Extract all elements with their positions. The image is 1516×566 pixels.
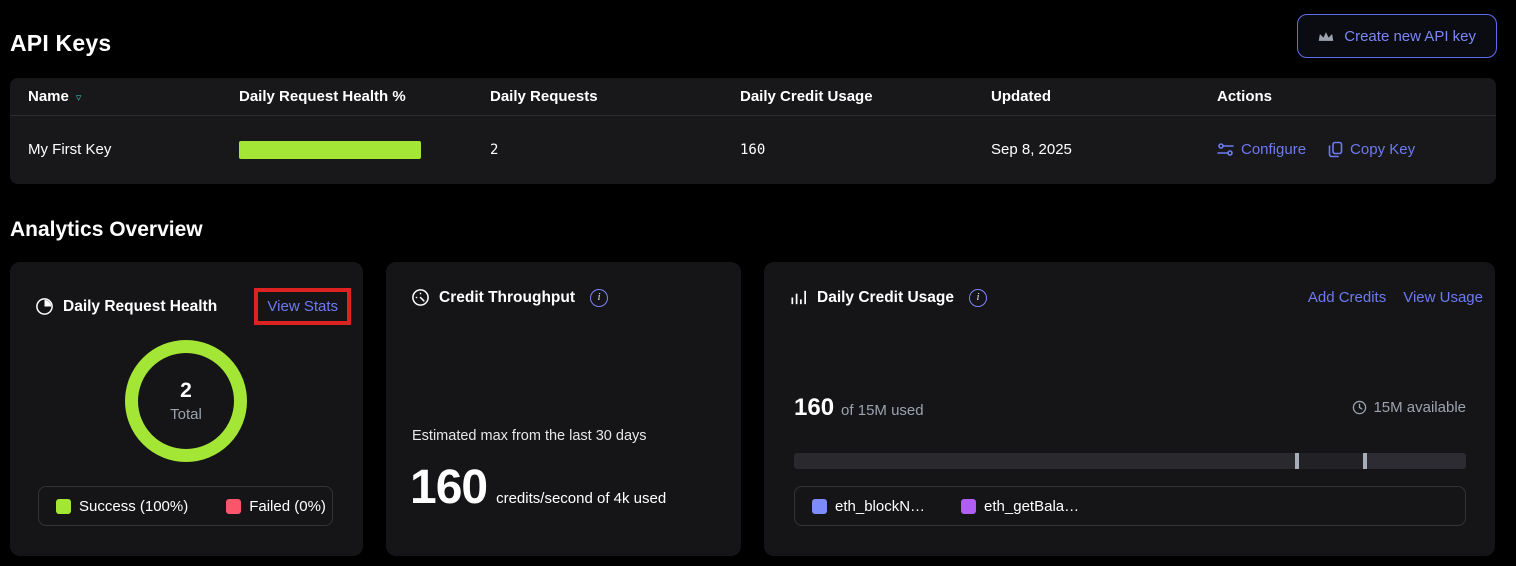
- legend-item-success: Success (100%): [56, 498, 188, 515]
- card-title: Credit Throughput: [439, 289, 575, 307]
- annotation-highlight-box: View Stats: [254, 288, 351, 325]
- bar-chart-icon: [789, 288, 808, 307]
- usage-summary-row: 160 of 15M used 15M available: [794, 394, 1466, 422]
- analytics-cards: Daily Request Health View Stats 2 Total …: [10, 262, 1495, 556]
- method1-color-chip: [812, 499, 827, 514]
- card-title: Daily Request Health: [63, 298, 217, 316]
- create-api-key-label: Create new API key: [1344, 28, 1476, 45]
- card-header: Daily Request Health View Stats: [35, 288, 351, 325]
- pie-chart-icon: [35, 297, 54, 316]
- copy-icon: [1328, 141, 1343, 158]
- column-header-daily-requests: Daily Requests: [490, 88, 740, 105]
- crown-icon: [1318, 30, 1334, 43]
- daily-requests-cell: 2: [490, 142, 740, 158]
- api-keys-dashboard: API Keys Create new API key Name ▿ Daily…: [0, 0, 1516, 566]
- legend-item-method-2: eth_getBala…: [961, 498, 1079, 515]
- credit-usage-progress-bar: [794, 453, 1466, 469]
- donut-center: 2 Total: [124, 339, 248, 463]
- method2-color-chip: [961, 499, 976, 514]
- usage-legend: eth_blockN… eth_getBala…: [794, 486, 1466, 526]
- clock-icon: [1352, 400, 1367, 415]
- table-row: My First Key 2 160 Sep 8, 2025 Configure: [10, 116, 1496, 183]
- throughput-unit: credits/second of 4k used: [496, 490, 666, 507]
- donut-total-label: Total: [170, 406, 202, 423]
- view-stats-link[interactable]: View Stats: [267, 298, 338, 315]
- configure-link[interactable]: Configure: [1217, 141, 1306, 158]
- info-icon[interactable]: i: [969, 289, 987, 307]
- daily-credit-usage-cell: 160: [740, 142, 991, 158]
- daily-credit-usage-card: Daily Credit Usage i Add Credits View Us…: [764, 262, 1495, 556]
- key-name-cell: My First Key: [28, 141, 239, 158]
- success-color-chip: [56, 499, 71, 514]
- column-header-name[interactable]: Name ▿: [28, 88, 239, 105]
- throughput-subtitle: Estimated max from the last 30 days: [412, 428, 647, 444]
- credits-available: 15M available: [1352, 399, 1466, 416]
- health-bar: [239, 141, 421, 159]
- daily-request-health-card: Daily Request Health View Stats 2 Total …: [10, 262, 363, 556]
- progress-segment: [1299, 453, 1363, 469]
- api-keys-table: Name ▿ Daily Request Health % Daily Requ…: [10, 78, 1496, 184]
- card-header: Daily Credit Usage i Add Credits View Us…: [789, 288, 1483, 307]
- view-usage-link[interactable]: View Usage: [1403, 289, 1483, 306]
- health-legend: Success (100%) Failed (0%): [38, 486, 333, 526]
- progress-segment: [794, 453, 1295, 469]
- actions-cell: Configure Copy Key: [1217, 141, 1496, 158]
- column-header-daily-credit-usage: Daily Credit Usage: [740, 88, 991, 105]
- column-header-actions: Actions: [1217, 88, 1496, 105]
- donut-total-value: 2: [180, 379, 192, 403]
- table-header-row: Name ▿ Daily Request Health % Daily Requ…: [10, 78, 1496, 116]
- column-header-updated: Updated: [991, 88, 1217, 105]
- info-icon[interactable]: i: [590, 289, 608, 307]
- gauge-icon: [411, 288, 430, 307]
- sort-chevron-icon[interactable]: ▿: [76, 91, 82, 104]
- column-name-label: Name: [28, 88, 69, 105]
- card-title: Daily Credit Usage: [817, 289, 954, 307]
- updated-cell: Sep 8, 2025: [991, 141, 1217, 158]
- progress-segment: [1367, 453, 1466, 469]
- sliders-icon: [1217, 142, 1234, 157]
- credits-used-suffix: of 15M used: [841, 402, 924, 419]
- copy-key-link[interactable]: Copy Key: [1328, 141, 1415, 158]
- add-credits-link[interactable]: Add Credits: [1308, 289, 1386, 306]
- request-health-donut: 2 Total: [124, 339, 248, 463]
- create-api-key-button[interactable]: Create new API key: [1297, 14, 1497, 58]
- throughput-value: 160: [410, 460, 487, 515]
- credit-throughput-card: Credit Throughput i Estimated max from t…: [386, 262, 741, 556]
- credits-used-value: 160: [794, 394, 834, 422]
- failed-color-chip: [226, 499, 241, 514]
- column-header-health: Daily Request Health %: [239, 88, 490, 105]
- analytics-overview-title: Analytics Overview: [10, 218, 203, 242]
- card-header: Credit Throughput i: [411, 288, 729, 307]
- health-bar-cell: [239, 141, 490, 159]
- usage-links: Add Credits View Usage: [1308, 289, 1483, 306]
- page-title: API Keys: [10, 30, 111, 57]
- credits-available-label: 15M available: [1373, 399, 1466, 416]
- legend-item-method-1: eth_blockN…: [812, 498, 925, 515]
- throughput-value-row: 160 credits/second of 4k used: [410, 460, 666, 515]
- legend-item-failed: Failed (0%): [226, 498, 326, 515]
